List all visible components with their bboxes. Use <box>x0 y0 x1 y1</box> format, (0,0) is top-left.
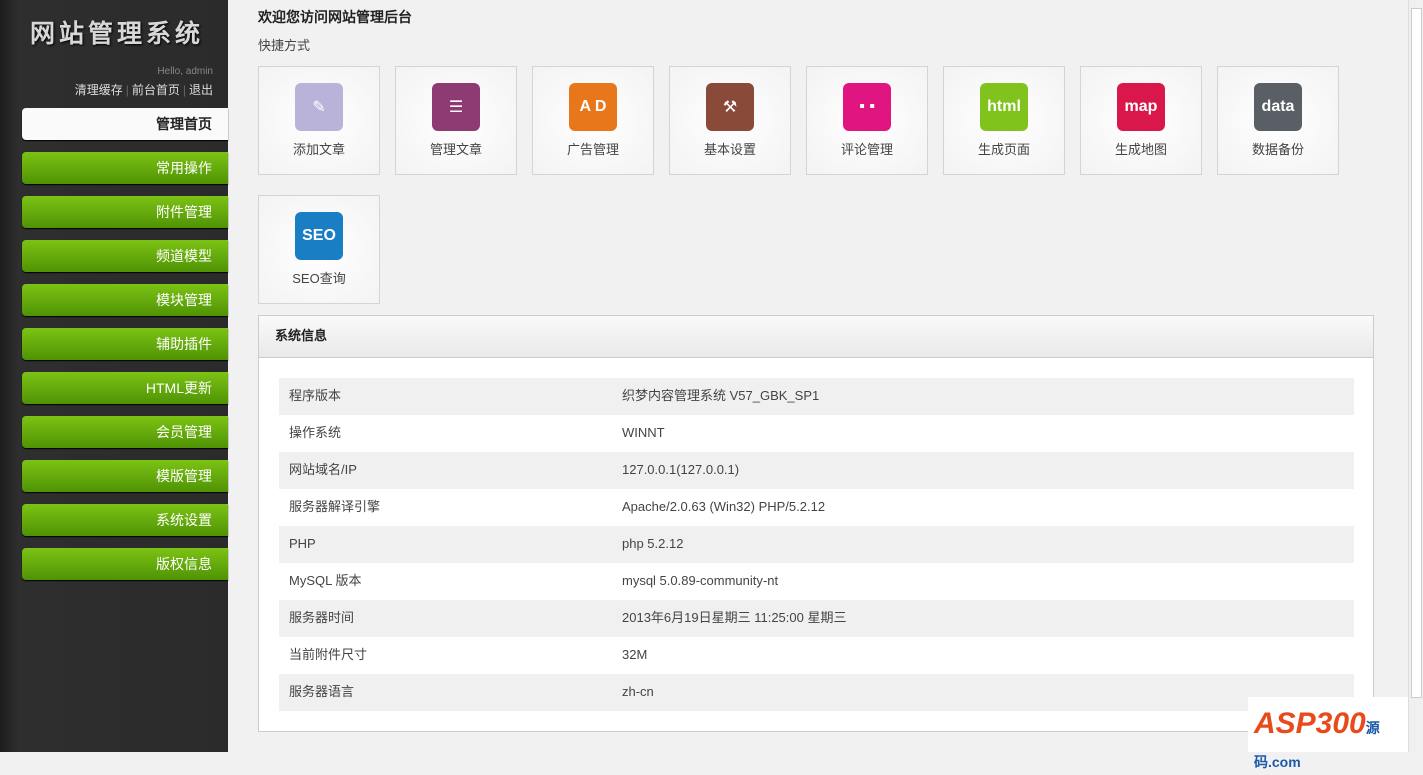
table-row: 服务器语言 zh-cn <box>279 674 1354 711</box>
clear-cache-link[interactable]: 清理缓存 <box>75 83 123 97</box>
tile-label: 生成地图 <box>1114 142 1167 157</box>
logout-link[interactable]: 退出 <box>189 83 213 97</box>
shortcut-tile[interactable]: html 生成页面 <box>943 66 1065 175</box>
row-value: mysql 5.0.89-community-nt <box>622 573 779 588</box>
panel-title: 系统信息 <box>259 316 1373 358</box>
table-row: 程序版本 织梦内容管理系统 V57_GBK_SP1 <box>279 378 1354 415</box>
table-row: MySQL 版本 mysql 5.0.89-community-nt <box>279 563 1354 600</box>
sidebar-item[interactable]: 版权信息 <box>22 548 228 580</box>
watermark-logo: ASP300源码.com <box>1248 697 1408 770</box>
table-row: 网站域名/IP 127.0.0.1(127.0.0.1) <box>279 452 1354 489</box>
table-row: 当前附件尺寸 32M <box>279 637 1354 674</box>
row-key: PHP <box>289 536 316 551</box>
row-key: 程序版本 <box>289 388 342 403</box>
sidebar-item[interactable]: 辅助插件 <box>22 328 228 360</box>
row-value: Apache/2.0.63 (Win32) PHP/5.2.12 <box>622 499 826 514</box>
row-value: zh-cn <box>622 684 654 699</box>
map-icon: map <box>1117 83 1165 131</box>
tile-label: 管理文章 <box>429 142 482 157</box>
sidebar-item[interactable]: HTML更新 <box>22 372 228 404</box>
table-row: 服务器时间 2013年6月19日星期三 11:25:00 星期三 <box>279 600 1354 637</box>
sidebar-item[interactable]: 附件管理 <box>22 196 228 228</box>
table-row: PHP php 5.2.12 <box>279 526 1354 563</box>
shortcut-tile[interactable]: ⚒ 基本设置 <box>669 66 791 175</box>
shortcut-tile[interactable]: SEO SEO查询 <box>258 195 380 304</box>
shortcut-tile[interactable]: data 数据备份 <box>1217 66 1339 175</box>
tile-label: 基本设置 <box>703 142 756 157</box>
tile-label: 广告管理 <box>566 142 619 157</box>
ad-icon: A D <box>569 83 617 131</box>
sidebar-item[interactable]: 常用操作 <box>22 152 228 184</box>
scrollbar-thumb[interactable] <box>1411 8 1422 698</box>
frontend-home-link[interactable]: 前台首页 <box>132 83 180 97</box>
shortcut-tile[interactable]: A D 广告管理 <box>532 66 654 175</box>
data-icon: data <box>1254 83 1302 131</box>
seo-icon: SEO <box>295 212 343 260</box>
tile-label: 评论管理 <box>840 142 893 157</box>
tile-label: 生成页面 <box>977 142 1030 157</box>
row-key: 网站域名/IP <box>289 462 357 477</box>
stack-icon: ☰ <box>432 83 480 131</box>
scrollbar[interactable] <box>1408 0 1423 752</box>
sidebar-item[interactable]: 模版管理 <box>22 460 228 492</box>
row-key: 服务器语言 <box>289 684 355 699</box>
row-value: 织梦内容管理系统 V57_GBK_SP1 <box>622 388 820 403</box>
tile-label: SEO查询 <box>292 271 346 286</box>
sidebar-item[interactable]: 系统设置 <box>22 504 228 536</box>
row-value: WINNT <box>622 425 665 440</box>
table-row: 操作系统 WINNT <box>279 415 1354 452</box>
shortcut-tile[interactable]: map 生成地图 <box>1080 66 1202 175</box>
shortcut-tile[interactable]: ▪ ▪ 评论管理 <box>806 66 928 175</box>
row-value: 32M <box>622 647 648 662</box>
pencil-icon: ✎ <box>295 83 343 131</box>
row-key: MySQL 版本 <box>289 573 362 588</box>
tile-label: 添加文章 <box>292 142 345 157</box>
row-key: 服务器解译引擎 <box>289 499 381 514</box>
row-key: 当前附件尺寸 <box>289 647 368 662</box>
shortcut-heading: 快捷方式 <box>258 38 311 53</box>
row-value: php 5.2.12 <box>622 536 684 551</box>
logo: 网站管理系统 <box>30 20 205 48</box>
system-info-table: 程序版本 织梦内容管理系统 V57_GBK_SP1 操作系统 WINNT 网站域名/IP… <box>279 378 1354 711</box>
comment-icon: ▪ ▪ <box>843 83 891 131</box>
hammer-icon: ⚒ <box>706 83 754 131</box>
page-title: 欢迎您访问网站管理后台 <box>258 9 412 25</box>
row-key: 服务器时间 <box>289 610 355 625</box>
greeting: Hello, admin <box>157 66 213 77</box>
system-info-panel: 系统信息 程序版本 织梦内容管理系统 V57_GBK_SP1 操作系统 WINNT 网站… <box>258 315 1374 732</box>
shortcut-tile[interactable]: ☰ 管理文章 <box>395 66 517 175</box>
shortcut-tile[interactable]: ✎ 添加文章 <box>258 66 380 175</box>
top-links: 清理缓存 | 前台首页 | 退出 <box>74 83 213 97</box>
sidebar-item[interactable]: 频道模型 <box>22 240 228 272</box>
table-row: 服务器解译引擎 Apache/2.0.63 (Win32) PHP/5.2.12 <box>279 489 1354 526</box>
row-key: 操作系统 <box>289 425 342 440</box>
tile-label: 数据备份 <box>1251 142 1304 157</box>
html-icon: html <box>980 83 1028 131</box>
sidebar-item[interactable]: 会员管理 <box>22 416 228 448</box>
row-value: 2013年6月19日星期三 11:25:00 星期三 <box>622 610 847 625</box>
row-value: 127.0.0.1(127.0.0.1) <box>622 462 740 477</box>
sidebar-item[interactable]: 模块管理 <box>22 284 228 316</box>
sidebar-item[interactable]: 管理首页 <box>22 108 228 140</box>
sidebar: 网站管理系统 Hello, admin 清理缓存 | 前台首页 | 退出 管理首页常用操… <box>0 0 228 752</box>
